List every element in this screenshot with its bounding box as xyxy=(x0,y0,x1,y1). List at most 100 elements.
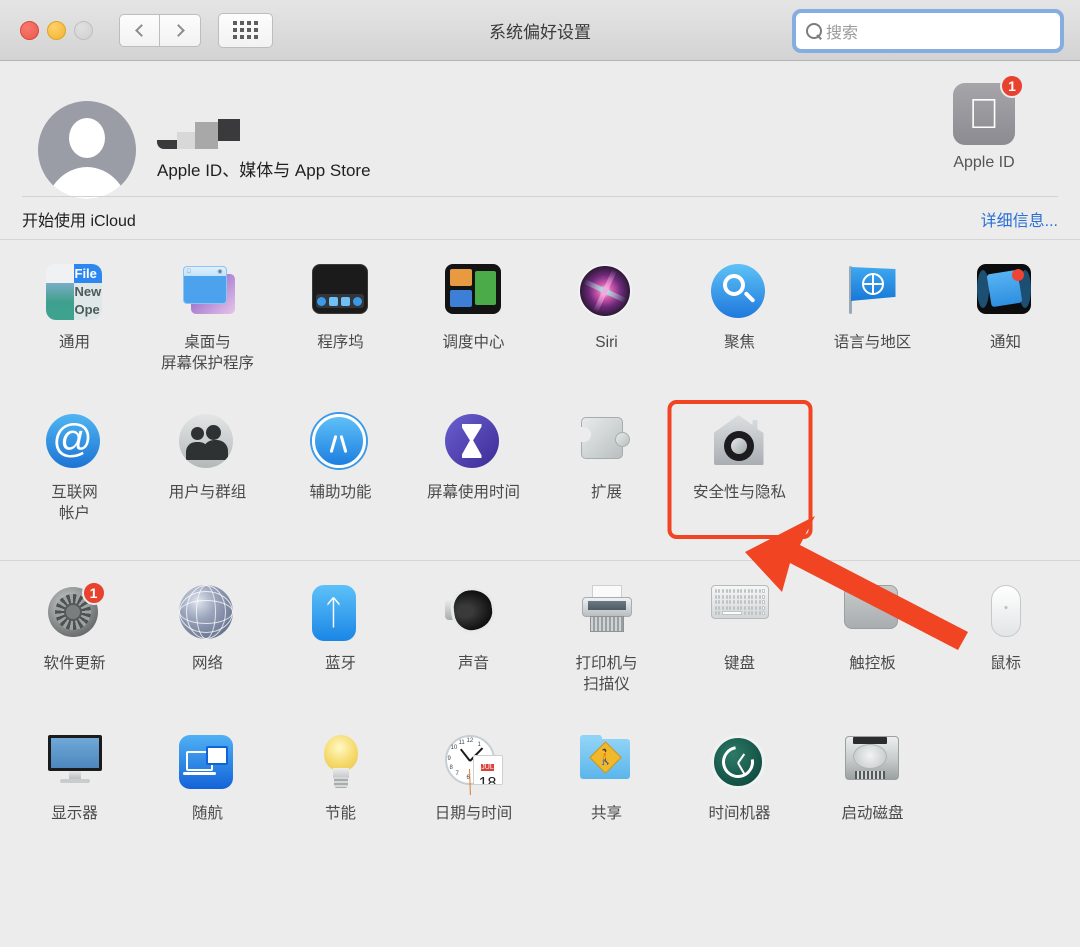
pref-item-security-privacy[interactable]: 安全性与隐私 xyxy=(673,404,806,554)
avatar[interactable] xyxy=(38,101,136,199)
dock-icon xyxy=(312,264,370,322)
avatar-head-shape xyxy=(69,118,105,158)
bluetooth-icon: ᛏ xyxy=(312,585,370,643)
energy-saver-icon xyxy=(312,735,370,793)
preferences-grid-row-4: 显示器 随航 节能 121 xyxy=(8,725,1072,875)
keyboard-icon xyxy=(711,585,769,643)
pref-item-general[interactable]: FileNewOpe 通用 xyxy=(8,254,141,404)
preferences-pane-primary: FileNewOpe 通用 ◉ 桌面与 屏幕保护程序 程序坞 xyxy=(0,240,1080,560)
pref-label: 显示器 xyxy=(51,803,98,824)
pref-item-mouse[interactable]: 鼠标 xyxy=(939,575,1072,725)
pref-label: 调度中心 xyxy=(442,332,504,353)
pref-label: 桌面与 屏幕保护程序 xyxy=(161,332,254,375)
pref-item-sharing[interactable]: 🚶 共享 xyxy=(540,725,673,875)
pref-label: 网络 xyxy=(192,653,223,674)
pref-item-printers-scanners[interactable]: 打印机与 扫描仪 xyxy=(540,575,673,725)
pref-label: 日期与时间 xyxy=(435,803,513,824)
apple-id-badge: 1 xyxy=(1000,74,1024,98)
icloud-prompt-text: 开始使用 iCloud xyxy=(22,207,136,231)
pref-label: 互联网 帐户 xyxy=(51,482,98,525)
calendar-month: JUL xyxy=(481,764,493,771)
pref-label: 用户与群组 xyxy=(169,482,247,503)
pref-item-keyboard[interactable]: 键盘 xyxy=(673,575,806,725)
pref-item-notifications[interactable]: 通知 xyxy=(939,254,1072,404)
pref-label: 蓝牙 xyxy=(325,653,356,674)
apple-id-pane-item[interactable]:  1 Apple ID xyxy=(924,83,1044,172)
account-subtitle: Apple ID、媒体与 App Store xyxy=(157,156,371,181)
forward-button[interactable] xyxy=(160,14,201,47)
pref-item-startup-disk[interactable]: 启动磁盘 xyxy=(806,725,939,875)
pref-label: 程序坞 xyxy=(317,332,364,353)
trackpad-icon xyxy=(844,585,902,643)
siri-icon xyxy=(578,264,636,322)
pref-label: 软件更新 xyxy=(43,653,105,674)
pref-item-energy-saver[interactable]: 节能 xyxy=(274,725,407,875)
pref-label: 打印机与 扫描仪 xyxy=(575,653,637,696)
pref-label: 通知 xyxy=(990,332,1021,353)
avatar-body-shape xyxy=(44,167,130,199)
accessibility-icon xyxy=(312,414,370,472)
pref-item-software-update[interactable]: 1 软件更新 xyxy=(8,575,141,725)
preferences-grid-row-2: @ 互联网 帐户 用户与群组 辅助功能 xyxy=(8,404,1072,554)
pref-label: 安全性与隐私 xyxy=(693,482,786,503)
pref-item-network[interactable]: 网络 xyxy=(141,575,274,725)
mission-control-icon xyxy=(445,264,503,322)
mouse-icon xyxy=(977,585,1035,643)
pref-label: 共享 xyxy=(591,803,622,824)
calendar-day: 18 xyxy=(479,775,497,785)
search-icon xyxy=(806,23,823,40)
search-field[interactable]: 搜索 xyxy=(792,9,1064,53)
general-icon: FileNewOpe xyxy=(46,264,104,322)
pref-item-date-time[interactable]: 121 35 67 910 118 JUL 18 日期与时间 xyxy=(407,725,540,875)
pref-label: 时间机器 xyxy=(708,803,770,824)
pref-item-trackpad[interactable]: 触控板 xyxy=(806,575,939,725)
sound-icon xyxy=(445,585,503,643)
pref-label: 通用 xyxy=(59,332,90,353)
pref-item-screen-time[interactable]: 屏幕使用时间 xyxy=(407,404,540,554)
pref-label: 声音 xyxy=(458,653,489,674)
pref-item-time-machine[interactable]: 时间机器 xyxy=(673,725,806,875)
minimize-button[interactable] xyxy=(47,21,66,40)
chevron-right-icon xyxy=(172,24,185,37)
redacted-user-name xyxy=(157,119,371,149)
pref-item-users-groups[interactable]: 用户与群组 xyxy=(141,404,274,554)
pref-item-bluetooth[interactable]: ᛏ 蓝牙 xyxy=(274,575,407,725)
pref-item-siri[interactable]: Siri xyxy=(540,254,673,404)
date-time-icon: 121 35 67 910 118 JUL 18 xyxy=(445,735,503,793)
icloud-details-link[interactable]: 详细信息... xyxy=(981,207,1058,231)
pref-item-empty-1 xyxy=(806,404,939,554)
pref-item-dock[interactable]: 程序坞 xyxy=(274,254,407,404)
pref-label: 鼠标 xyxy=(990,653,1021,674)
preferences-grid-row-3: 1 软件更新 网络 ᛏ 蓝牙 声音 xyxy=(8,575,1072,725)
extensions-icon xyxy=(578,414,636,472)
network-icon xyxy=(179,585,237,643)
apple-id-banner: Apple ID、媒体与 App Store  1 Apple ID 开始使用… xyxy=(0,61,1080,239)
pref-item-displays[interactable]: 显示器 xyxy=(8,725,141,875)
pref-item-empty-3 xyxy=(939,725,1072,875)
search-placeholder: 搜索 xyxy=(826,19,858,43)
pref-label: 随航 xyxy=(192,803,223,824)
pref-item-desktop-screensaver[interactable]: ◉ 桌面与 屏幕保护程序 xyxy=(141,254,274,404)
close-button[interactable] xyxy=(20,21,39,40)
pref-item-mission-control[interactable]: 调度中心 xyxy=(407,254,540,404)
back-button[interactable] xyxy=(119,14,160,47)
sharing-icon: 🚶 xyxy=(578,735,636,793)
zoom-button[interactable] xyxy=(74,21,93,40)
pref-item-language-region[interactable]: 语言与地区 xyxy=(806,254,939,404)
pref-item-sidecar[interactable]: 随航 xyxy=(141,725,274,875)
apple-id-label: Apple ID xyxy=(924,154,1044,172)
pref-label: 扩展 xyxy=(591,482,622,503)
banner-divider xyxy=(22,196,1058,197)
sidecar-icon xyxy=(179,735,237,793)
pref-item-accessibility[interactable]: 辅助功能 xyxy=(274,404,407,554)
pref-label: 启动磁盘 xyxy=(841,803,903,824)
pref-item-extensions[interactable]: 扩展 xyxy=(540,404,673,554)
pref-item-sound[interactable]: 声音 xyxy=(407,575,540,725)
show-all-button[interactable] xyxy=(218,13,273,48)
security-privacy-icon xyxy=(711,414,769,472)
system-preferences-window: 系统偏好设置 搜索 Apple ID、媒体与 App Store  1 App… xyxy=(0,0,1080,947)
internet-accounts-icon: @ xyxy=(46,414,104,472)
pref-item-internet-accounts[interactable]: @ 互联网 帐户 xyxy=(8,404,141,554)
icloud-row: 开始使用 iCloud 详细信息... xyxy=(22,207,1058,231)
pref-item-spotlight[interactable]: 聚焦 xyxy=(673,254,806,404)
